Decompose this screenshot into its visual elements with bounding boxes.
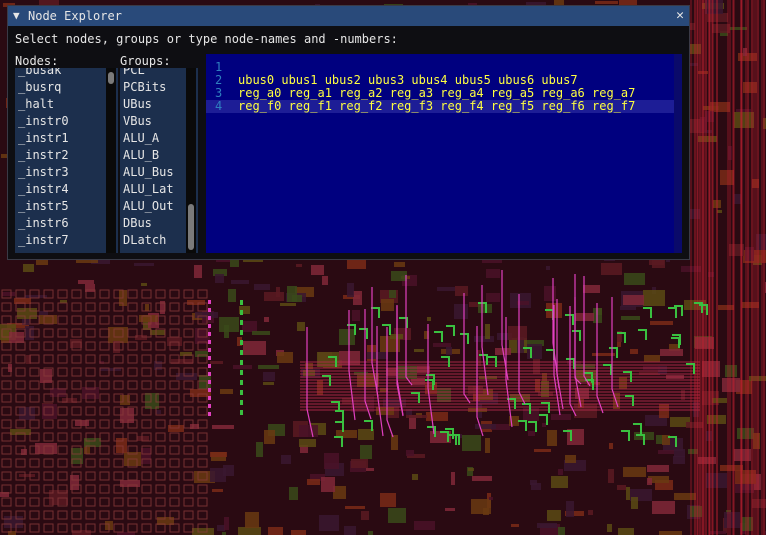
group-list-item[interactable]: VBus (120, 113, 186, 130)
group-list-item[interactable]: ALU_Out (120, 198, 186, 215)
group-list-item[interactable]: UBus (120, 96, 186, 113)
editor-scrollbar[interactable] (674, 54, 682, 253)
collapse-triangle-icon[interactable]: ▼ (13, 9, 20, 22)
nodes-listbox[interactable]: _busak _busrq _halt _instr0 _instr1 _instr2 _i… (15, 68, 118, 253)
node-list-item[interactable]: _instr6 (15, 215, 103, 232)
instruction-text: Select nodes, groups or type node-names … (15, 32, 398, 46)
node-list-item[interactable]: _instr4 (15, 181, 103, 198)
close-icon[interactable]: ✕ (676, 8, 684, 23)
node-list-item[interactable]: _instr7 (15, 232, 103, 249)
node-list-item[interactable]: _busrq (15, 79, 103, 96)
editor-line[interactable]: 4 reg_f0 reg_f1 reg_f2 reg_f3 reg_f4 reg_… (206, 100, 682, 113)
group-list-item[interactable]: ALU_B (120, 147, 186, 164)
nodes-header: Nodes: (15, 54, 59, 68)
node-list-item[interactable]: _instr2 (15, 147, 103, 164)
node-list-item[interactable]: _instr1 (15, 130, 103, 147)
group-list-item[interactable]: DLatch (120, 232, 186, 249)
node-list-item[interactable]: _busak (15, 68, 103, 79)
node-list-item[interactable]: _instr5 (15, 198, 103, 215)
node-list-item[interactable]: _instr3 (15, 164, 103, 181)
group-list-item[interactable]: ALU_Lat (120, 181, 186, 198)
window-titlebar[interactable]: ▼ Node Explorer ✕ (8, 6, 689, 26)
node-text-editor[interactable]: 1 2 ubus0 ubus1 ubus2 ubus3 ubus4 ubus5 ub… (206, 54, 682, 253)
nodes-scrollbar[interactable] (106, 68, 116, 253)
node-explorer-window: ▼ Node Explorer ✕ Select nodes, groups o… (7, 5, 690, 260)
group-list-item[interactable]: PCBits (120, 79, 186, 96)
line-text: reg_f0 reg_f1 reg_f2 reg_f3 reg_f4 reg_f… (238, 99, 636, 113)
nodes-scrollbar-thumb[interactable] (108, 72, 114, 84)
line-number: 4 (215, 99, 223, 113)
group-list-item[interactable]: ALU_Bus (120, 164, 186, 181)
group-list-item[interactable]: DBus (120, 215, 186, 232)
groups-scrollbar[interactable] (186, 68, 196, 253)
window-title: Node Explorer (28, 9, 122, 23)
node-list-item[interactable]: _halt (15, 96, 103, 113)
groups-header: Groups: (120, 54, 171, 68)
groups-listbox[interactable]: PCL PCBits UBus VBus ALU_A ALU_B ALU_Bus ALU_La… (120, 68, 198, 253)
node-list-item[interactable]: _instr0 (15, 113, 103, 130)
group-list-item[interactable]: PCL (120, 68, 186, 79)
groups-scrollbar-thumb[interactable] (188, 204, 194, 250)
group-list-item[interactable]: ALU_A (120, 130, 186, 147)
